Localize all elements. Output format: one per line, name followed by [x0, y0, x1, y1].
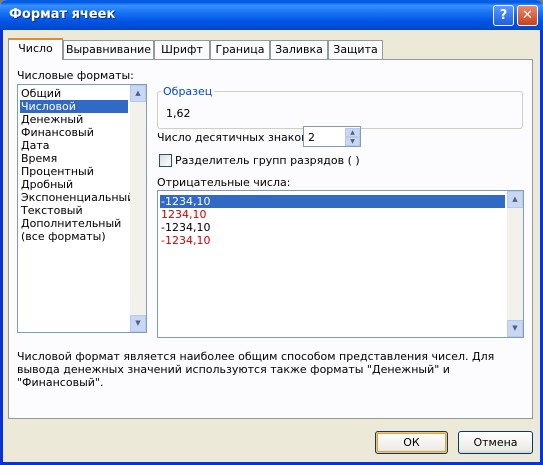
format-item-scientific[interactable]: Экспоненциальный: [20, 191, 134, 204]
arrow-up-icon[interactable]: ▲: [345, 128, 360, 137]
cancel-button[interactable]: Отмена: [458, 431, 533, 454]
tab-fill[interactable]: Заливка: [270, 40, 328, 59]
title-bar[interactable]: Формат ячеек ? ✕: [0, 0, 543, 30]
sample-group: Образец 1,62: [157, 85, 523, 129]
tab-panel-number: Числовые форматы: Общий Числовой Денежны…: [8, 59, 533, 419]
window-frame-left: [0, 30, 3, 465]
decimals-label: Число десятичных знаков:: [157, 131, 312, 144]
negative-item-2[interactable]: 1234,10: [160, 208, 207, 221]
separator-label[interactable]: Разделитель групп разрядов ( ): [175, 154, 360, 167]
format-item-text[interactable]: Текстовый: [20, 204, 83, 217]
sample-value: 1,62: [166, 107, 191, 120]
formats-label: Числовые форматы:: [17, 69, 134, 82]
formats-listbox[interactable]: Общий Числовой Денежный Финансовый Дата …: [17, 84, 147, 333]
format-item-special[interactable]: Дополнительный: [20, 217, 121, 230]
negative-item-1[interactable]: -1234,10: [160, 195, 505, 208]
tab-border[interactable]: Граница: [210, 40, 270, 59]
sample-title: Образец: [161, 85, 215, 98]
decimals-stepper[interactable]: 2 ▲ ▼: [303, 126, 361, 147]
decimals-value[interactable]: 2: [308, 131, 315, 144]
format-item-accounting[interactable]: Финансовый: [20, 126, 94, 139]
ok-button[interactable]: ОК: [375, 431, 448, 454]
format-item-custom[interactable]: (все форматы): [20, 230, 106, 243]
formats-scrollbar[interactable]: ▲ ▼: [130, 85, 146, 332]
tab-alignment[interactable]: Выравнивание: [63, 40, 154, 59]
format-cells-dialog: Формат ячеек ? ✕ Число Выравнивание Шриф…: [0, 0, 543, 465]
negative-listbox[interactable]: -1234,10 1234,10 -1234,10 -1234,10 ▲ ▼: [157, 190, 524, 338]
format-item-time[interactable]: Время: [20, 152, 57, 165]
window-title: Формат ячеек: [9, 7, 116, 22]
format-item-number[interactable]: Числовой: [20, 100, 128, 113]
format-item-date[interactable]: Дата: [20, 139, 49, 152]
format-item-general[interactable]: Общий: [20, 87, 61, 100]
tab-number[interactable]: Число: [8, 38, 63, 60]
arrow-down-icon[interactable]: ▼: [345, 137, 360, 146]
negative-scrollbar[interactable]: ▲ ▼: [507, 191, 523, 337]
help-button[interactable]: ?: [493, 5, 514, 26]
tab-font[interactable]: Шрифт: [154, 40, 210, 59]
negative-label: Отрицательные числа:: [157, 176, 291, 189]
format-item-currency[interactable]: Денежный: [20, 113, 83, 126]
arrow-down-icon[interactable]: ▼: [507, 320, 523, 337]
format-item-percentage[interactable]: Процентный: [20, 165, 94, 178]
arrow-down-icon[interactable]: ▼: [130, 315, 146, 332]
close-button[interactable]: ✕: [517, 5, 538, 26]
tab-protection[interactable]: Защита: [328, 40, 383, 59]
negative-item-3[interactable]: -1234,10: [160, 221, 210, 234]
arrow-up-icon[interactable]: ▲: [130, 85, 146, 102]
arrow-up-icon[interactable]: ▲: [507, 191, 523, 208]
negative-item-4[interactable]: -1234,10: [160, 234, 210, 247]
separator-checkbox[interactable]: [159, 154, 172, 167]
format-item-fraction[interactable]: Дробный: [20, 178, 73, 191]
format-description: Числовой формат является наиболее общим …: [17, 350, 495, 389]
